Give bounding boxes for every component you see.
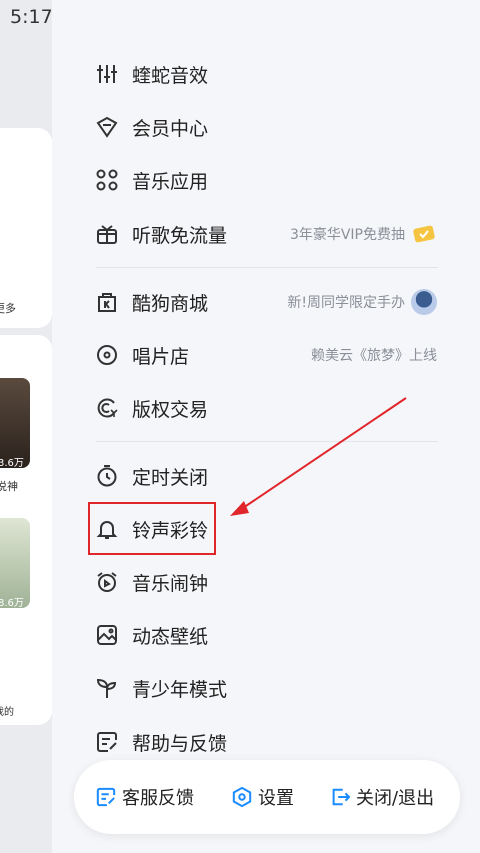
exit-button[interactable]: 关闭/退出 <box>330 784 434 810</box>
customer-service-label: 客服反馈 <box>122 788 194 809</box>
bottom-action-bar: 客服反馈 设置 关闭/退出 <box>74 760 460 834</box>
exit-label: 关闭/退出 <box>356 788 435 809</box>
exit-icon <box>332 788 350 806</box>
annotation-arrow <box>230 397 407 516</box>
gear-icon <box>232 787 252 807</box>
feedback-icon <box>96 787 116 807</box>
customer-service-button[interactable]: 客服反馈 <box>96 784 194 810</box>
settings-label: 设置 <box>258 788 294 809</box>
settings-button[interactable]: 设置 <box>232 784 294 810</box>
